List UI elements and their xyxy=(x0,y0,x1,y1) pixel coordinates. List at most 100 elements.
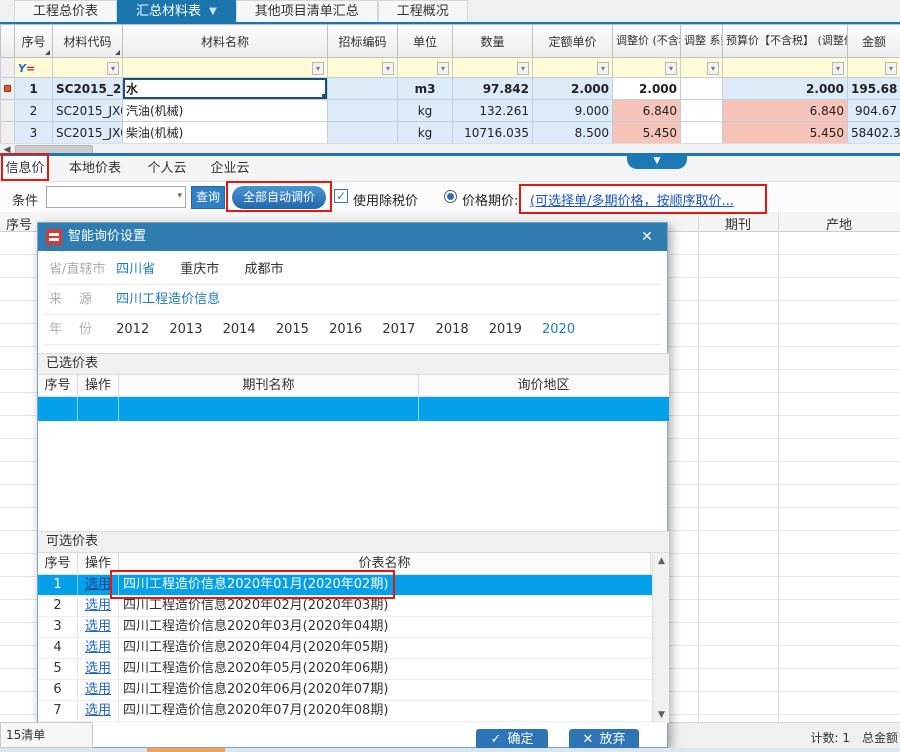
filter-cell-bid[interactable]: ▾ xyxy=(328,58,398,78)
col-header-base-price[interactable]: 定额单价 xyxy=(533,25,613,58)
province-chongqing[interactable]: 重庆市 xyxy=(180,255,219,285)
province-sichuan[interactable]: 四川省 xyxy=(116,255,155,285)
selected-empty-row[interactable] xyxy=(38,397,669,421)
cell-base-price[interactable]: 2.000 xyxy=(533,78,613,100)
query-button[interactable]: 查询 xyxy=(191,186,225,209)
cell-qty[interactable]: 132.261 xyxy=(453,100,533,122)
cell-bid[interactable] xyxy=(328,100,398,122)
dialog-vertical-scrollbar[interactable]: ▲ ▼ xyxy=(652,553,669,723)
dropdown-icon[interactable]: ▾ xyxy=(885,62,897,75)
filter-cell-base[interactable]: ▾ xyxy=(533,58,613,78)
dropdown-icon[interactable]: ▾ xyxy=(832,62,844,75)
col-header-amount[interactable]: 金额 xyxy=(848,25,900,58)
select-use-link[interactable]: 选用 xyxy=(78,701,119,721)
year-2020[interactable]: 2020 xyxy=(542,315,575,345)
cell-amount[interactable]: 904.67 xyxy=(848,100,900,122)
select-use-link[interactable]: 选用 xyxy=(78,596,119,616)
cell-seq[interactable]: 1 xyxy=(15,78,53,100)
select-use-link[interactable]: 选用 xyxy=(78,617,119,637)
filter-cell-amount[interactable]: ▾ xyxy=(848,58,900,78)
dropdown-icon[interactable]: ▾ xyxy=(437,62,449,75)
condition-select[interactable]: ▾ xyxy=(46,186,186,208)
cell-code[interactable]: SC2015_200 xyxy=(53,78,123,100)
col-header-seq[interactable]: 序号 xyxy=(15,25,53,58)
cell-adjusted-price[interactable]: 5.450 xyxy=(613,122,681,144)
cell-budget-price[interactable]: 6.840 xyxy=(723,100,848,122)
filter-cell-seq[interactable]: Y= xyxy=(15,58,53,78)
tab-project-overview[interactable]: 工程概况 xyxy=(378,0,468,22)
cell-amount[interactable]: 195.68 xyxy=(848,78,900,100)
scroll-up-icon[interactable]: ▲ xyxy=(653,553,670,569)
collapse-panel-handle[interactable]: ▼ xyxy=(627,155,687,169)
dropdown-icon[interactable]: ▾ xyxy=(382,62,394,75)
year-2018[interactable]: 2018 xyxy=(436,315,469,345)
price-list-row[interactable]: 4 选用 四川工程造价信息2020年04月(2020年05期) xyxy=(38,638,652,659)
col-header-code[interactable]: 材料代码 xyxy=(53,25,123,58)
tab-personal-cloud[interactable]: 个人云 xyxy=(143,156,191,182)
filter-cell-qty[interactable]: ▾ xyxy=(453,58,533,78)
tax-excluded-checkbox[interactable]: ✓ xyxy=(334,189,348,203)
cell-qty[interactable]: 10716.035 xyxy=(453,122,533,144)
filter-cell-code[interactable]: ▾ xyxy=(53,58,123,78)
cell-code[interactable]: SC2015_JX00 xyxy=(53,100,123,122)
filter-cell-name[interactable]: ▾ xyxy=(123,58,328,78)
cell-adjust-coef[interactable] xyxy=(681,122,723,144)
year-2019[interactable]: 2019 xyxy=(489,315,522,345)
close-icon[interactable]: ✕ xyxy=(637,223,657,251)
province-chengdu[interactable]: 成都市 xyxy=(244,255,283,285)
cell-budget-price[interactable]: 5.450 xyxy=(723,122,848,144)
cell-adjust-coef[interactable] xyxy=(681,78,723,100)
cell-code[interactable]: SC2015_JX00 xyxy=(53,122,123,144)
tab-other-items-summary[interactable]: 其他项目清单汇总 xyxy=(236,0,378,22)
dialog-titlebar[interactable]: 智能询价设置 ✕ xyxy=(38,223,667,251)
filter-cell-budget[interactable]: ▾ xyxy=(723,58,848,78)
bottom-scroll-thumb[interactable] xyxy=(147,748,225,752)
cell-unit[interactable]: m3 xyxy=(398,78,453,100)
cell-base-price[interactable]: 9.000 xyxy=(533,100,613,122)
year-2014[interactable]: 2014 xyxy=(223,315,256,345)
year-2012[interactable]: 2012 xyxy=(116,315,149,345)
cell-bid[interactable] xyxy=(328,122,398,144)
cell-name[interactable]: 柴油(机械) xyxy=(123,122,328,144)
price-list-row[interactable]: 2 选用 四川工程造价信息2020年02月(2020年03期) xyxy=(38,596,652,617)
cell-seq[interactable]: 3 xyxy=(15,122,53,144)
col-header-quantity[interactable]: 数量 xyxy=(453,25,533,58)
price-list-row[interactable]: 6 选用 四川工程造价信息2020年06月(2020年07期) xyxy=(38,680,652,701)
cell-bid[interactable] xyxy=(328,78,398,100)
col-header-unit[interactable]: 单位 xyxy=(398,25,453,58)
dropdown-icon[interactable]: ▾ xyxy=(312,62,324,75)
col-header-budget-price[interactable]: 预算价【不含税】 (调整价×调整系数) xyxy=(723,25,848,58)
cell-adjusted-price[interactable]: 6.840 xyxy=(613,100,681,122)
col-header-adjust-coef[interactable]: 调整 系数 xyxy=(681,25,723,58)
price-list-row[interactable]: 5 选用 四川工程造价信息2020年05月(2020年06期) xyxy=(38,659,652,680)
filter-cell-coef[interactable]: ▾ xyxy=(681,58,723,78)
col-header-adjusted-price[interactable]: 调整价 (不含税) xyxy=(613,25,681,58)
col-header-name[interactable]: 材料名称 xyxy=(123,25,328,58)
cell-budget-price[interactable]: 2.000 xyxy=(723,78,848,100)
cell-base-price[interactable]: 8.500 xyxy=(533,122,613,144)
cell-name[interactable]: 汽油(机械) xyxy=(123,100,328,122)
scroll-down-icon[interactable]: ▼ xyxy=(653,707,670,723)
cell-adjusted-price[interactable]: 2.000 xyxy=(613,78,681,100)
tab-project-total-price[interactable]: 工程总价表 xyxy=(14,0,117,22)
tab-enterprise-cloud[interactable]: 企业云 xyxy=(206,156,254,182)
dropdown-icon[interactable]: ▾ xyxy=(665,62,677,75)
dropdown-icon[interactable]: ▾ xyxy=(707,62,719,75)
year-2015[interactable]: 2015 xyxy=(276,315,309,345)
year-2016[interactable]: 2016 xyxy=(329,315,362,345)
cell-unit[interactable]: kg xyxy=(398,100,453,122)
dropdown-icon[interactable]: ▾ xyxy=(107,62,119,75)
select-use-link[interactable]: 选用 xyxy=(78,680,119,700)
dropdown-icon[interactable]: ▾ xyxy=(517,62,529,75)
tab-material-summary[interactable]: 汇总材料表 ▼ xyxy=(117,0,236,22)
cell-unit[interactable]: kg xyxy=(398,122,453,144)
year-2013[interactable]: 2013 xyxy=(169,315,202,345)
cell-qty[interactable]: 97.842 xyxy=(453,78,533,100)
cell-adjust-coef[interactable] xyxy=(681,100,723,122)
filter-cell-unit[interactable]: ▾ xyxy=(398,58,453,78)
tab-local-price-list[interactable]: 本地价表 xyxy=(62,156,128,182)
price-list-row[interactable]: 7 选用 四川工程造价信息2020年07月(2020年08期) xyxy=(38,701,652,722)
price-list-row[interactable]: 3 选用 四川工程造价信息2020年03月(2020年04期) xyxy=(38,617,652,638)
select-use-link[interactable]: 选用 xyxy=(78,638,119,658)
select-use-link[interactable]: 选用 xyxy=(78,659,119,679)
